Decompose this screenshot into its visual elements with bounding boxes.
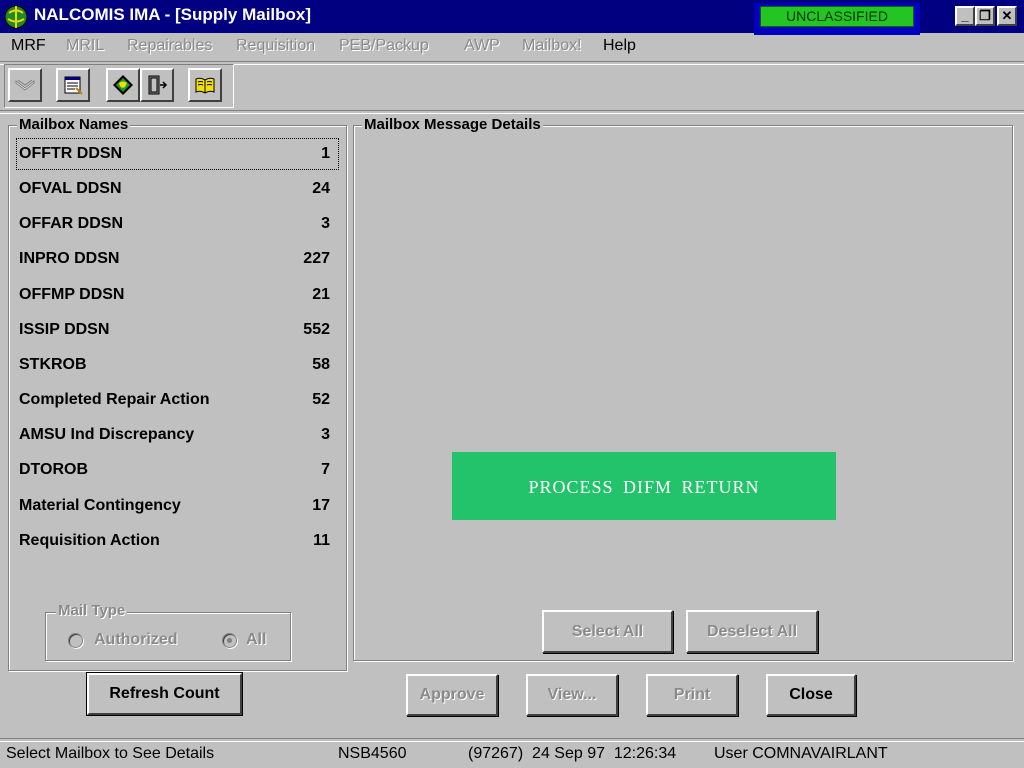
restore-button[interactable]: ❐: [975, 6, 995, 26]
envelope-icon: [15, 79, 35, 91]
mailbox-item-amsu-ind-discrepancy[interactable]: AMSU Ind Discrepancy 3: [15, 418, 340, 452]
close-window-button[interactable]: ✕: [997, 6, 1017, 26]
globe-icon: [113, 75, 133, 95]
mailbox-count: 552: [303, 321, 330, 338]
restore-icon: ❐: [979, 8, 991, 23]
mailbox-count: 227: [303, 250, 330, 267]
menu-mril[interactable]: MRIL: [66, 37, 104, 55]
book-icon: [195, 77, 215, 94]
print-button[interactable]: Print: [646, 674, 738, 716]
notepad-icon: [64, 76, 83, 95]
app-globe-icon[interactable]: [3, 4, 29, 30]
mailbox-name: Material Contingency: [19, 497, 181, 514]
mailbox-name: OFVAL DDSN: [19, 180, 122, 197]
mailbox-count: 11: [313, 532, 330, 549]
mailbox-item-offar[interactable]: OFFAR DDSN 3: [15, 207, 340, 241]
mailbox-item-requisition-action[interactable]: Requisition Action 11: [15, 524, 340, 558]
message-details-group: [353, 125, 1013, 661]
mailbox-names-legend: Mailbox Names: [17, 116, 131, 133]
mailbox-name: DTOROB: [19, 461, 89, 478]
radio-all-label: All: [246, 631, 267, 648]
toolbar-envelope-button[interactable]: [8, 68, 42, 102]
menu-mailbox[interactable]: Mailbox!: [522, 37, 582, 55]
deselect-all-button[interactable]: Deselect All: [686, 610, 818, 653]
mailbox-count: 3: [321, 426, 330, 443]
mailbox-count: 3: [321, 215, 330, 232]
mailbox-item-offmp[interactable]: OFFMP DDSN 21: [15, 278, 340, 312]
mailbox-item-completed-repair-action[interactable]: Completed Repair Action 52: [15, 383, 340, 417]
mailbox-item-issip[interactable]: ISSIP DDSN 552: [15, 313, 340, 347]
radio-authorized-circle: [68, 633, 83, 648]
mailbox-count: 17: [312, 497, 330, 514]
menu-requisition[interactable]: Requisition: [236, 37, 315, 55]
radio-all[interactable]: All: [220, 630, 280, 652]
select-all-button[interactable]: Select All: [542, 610, 673, 653]
mailbox-item-dtorob[interactable]: DTOROB 7: [15, 453, 340, 487]
mailbox-count: 24: [312, 180, 330, 197]
message-details-legend: Mailbox Message Details: [362, 116, 543, 133]
status-terminal: NSB4560: [338, 745, 407, 762]
mailbox-name: STKROB: [19, 356, 87, 373]
mailbox-name: INPRO DDSN: [19, 250, 120, 267]
menu-peb-packup[interactable]: PEB/Packup: [339, 37, 429, 55]
menu-repairables[interactable]: Repairables: [127, 37, 212, 55]
view-button[interactable]: View...: [526, 674, 618, 716]
mailbox-item-stkrob[interactable]: STKROB 58: [15, 348, 340, 382]
minimize-icon: _: [961, 8, 969, 23]
mailbox-count: 21: [312, 286, 330, 303]
radio-selected-dot: [227, 638, 232, 643]
status-datetime: (97267) 24 Sep 97 12:26:34: [468, 745, 677, 762]
mailbox-name: AMSU Ind Discrepancy: [19, 426, 195, 443]
exit-door-icon: [148, 75, 168, 95]
classification-badge: UNCLASSIFIED: [760, 6, 914, 27]
mailbox-name: ISSIP DDSN: [19, 321, 110, 338]
toolbar-book-button[interactable]: [188, 68, 222, 102]
mailbox-name: OFFTR DDSN: [19, 145, 123, 162]
close-icon: ✕: [1001, 8, 1013, 23]
mailbox-count: 52: [312, 391, 330, 408]
status-user: User COMNAVAIRLANT: [714, 745, 888, 762]
mailbox-name: Requisition Action: [19, 532, 160, 549]
mailbox-name: OFFAR DDSN: [19, 215, 123, 232]
menu-mrf[interactable]: MRF: [11, 37, 46, 55]
toolbar-globe-button[interactable]: [106, 68, 140, 102]
toolbar-notepad-button[interactable]: [56, 68, 90, 102]
status-bar-divider: [0, 738, 1024, 742]
mail-type-legend: Mail Type: [56, 602, 128, 619]
mailbox-item-offtr[interactable]: OFFTR DDSN 1: [15, 137, 340, 171]
window-title: NALCOMIS IMA - [Supply Mailbox]: [34, 5, 312, 24]
process-difm-return-banner[interactable]: PROCESS DIFM RETURN: [452, 452, 836, 520]
close-button[interactable]: Close: [766, 674, 856, 716]
menu-awp[interactable]: AWP: [464, 37, 500, 55]
toolbar-bottom-divider: [0, 110, 1024, 114]
mailbox-item-inpro[interactable]: INPRO DDSN 227: [15, 242, 340, 276]
mailbox-item-ofval[interactable]: OFVAL DDSN 24: [15, 172, 340, 206]
radio-all-circle: [222, 633, 237, 648]
radio-authorized-label: Authorized: [94, 631, 178, 648]
mailbox-count: 58: [312, 356, 330, 373]
mailbox-name: Completed Repair Action: [19, 391, 210, 408]
radio-authorized[interactable]: Authorized: [66, 630, 196, 652]
status-message: Select Mailbox to See Details: [6, 745, 215, 762]
mailbox-name: OFFMP DDSN: [19, 286, 125, 303]
approve-button[interactable]: Approve: [406, 674, 498, 716]
minimize-button[interactable]: _: [955, 6, 975, 26]
mailbox-count: 1: [321, 145, 330, 162]
refresh-count-button[interactable]: Refresh Count: [86, 672, 243, 716]
mailbox-item-material-contingency[interactable]: Material Contingency 17: [15, 489, 340, 523]
toolbar-exit-button[interactable]: [140, 68, 174, 102]
menu-help[interactable]: Help: [603, 37, 636, 55]
mailbox-count: 7: [321, 461, 330, 478]
